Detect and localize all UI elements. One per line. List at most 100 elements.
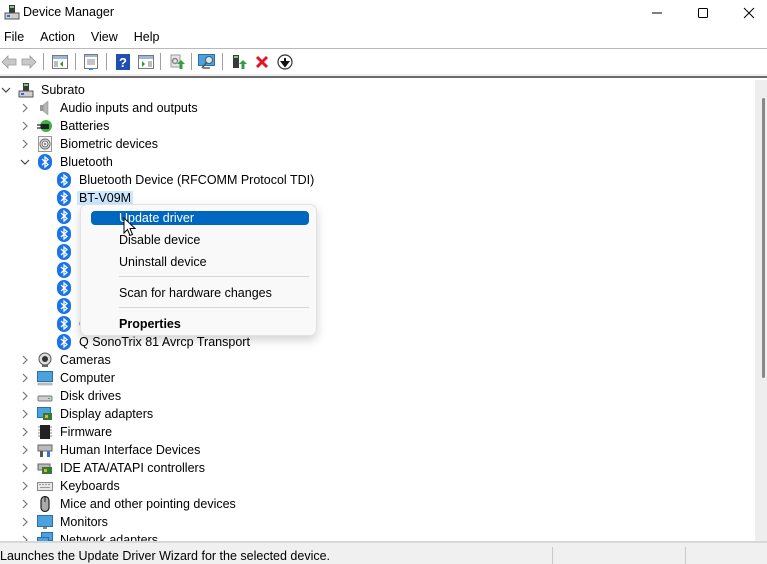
enable-device-button[interactable] xyxy=(230,53,248,71)
tree-category-item[interactable]: Network adapters xyxy=(19,531,160,541)
scan-hardware-button[interactable] xyxy=(198,53,216,71)
tree-category-item[interactable]: Batteries xyxy=(19,117,111,135)
menu-file[interactable]: File xyxy=(0,28,30,48)
mouse-cursor-icon xyxy=(123,217,137,237)
fingerprint-icon xyxy=(37,136,53,152)
tree-category-item[interactable]: Monitors xyxy=(19,513,110,531)
chevron-down-icon[interactable] xyxy=(0,81,12,99)
chevron-right-icon[interactable] xyxy=(19,495,31,513)
tree-item-label: Bluetooth xyxy=(60,155,113,169)
chevron-right-icon[interactable] xyxy=(19,477,31,495)
chevron-right-icon[interactable] xyxy=(19,513,31,531)
context-menu: Update driver Disable device Uninstall d… xyxy=(80,204,317,336)
help-icon: ? xyxy=(116,54,130,70)
tree-category-item[interactable]: Display adapters xyxy=(19,405,155,423)
computer-icon xyxy=(37,370,53,386)
maximize-button[interactable] xyxy=(680,0,726,26)
status-text: Launches the Update Driver Wizard for th… xyxy=(0,549,331,563)
arrow-left-icon xyxy=(1,55,17,69)
tree-item-label: Q SonoTrix 81 Avrcp Transport xyxy=(79,335,250,349)
tree-device-item[interactable]: Bluetooth Device (RFCOMM Protocol TDI) xyxy=(56,171,316,189)
properties-button[interactable] xyxy=(82,53,100,71)
chevron-right-icon[interactable] xyxy=(19,531,31,541)
toolbar-bottom-border xyxy=(0,74,767,78)
context-menu-uninstall-device[interactable]: Uninstall device xyxy=(91,255,309,269)
battery-icon xyxy=(37,118,53,134)
toolbar: ? xyxy=(0,49,767,74)
menu-item-label: Properties xyxy=(119,317,181,331)
tree-category-item[interactable]: IDE ATA/ATAPI controllers xyxy=(19,459,207,477)
tree-item-label: Keyboards xyxy=(60,479,120,493)
show-hide-console-tree-button[interactable] xyxy=(51,53,69,71)
close-icon xyxy=(743,7,755,19)
menu-help[interactable]: Help xyxy=(130,28,166,48)
tree-category-item[interactable]: Firmware xyxy=(19,423,114,441)
back-button[interactable] xyxy=(0,53,18,71)
context-menu-scan-hardware[interactable]: Scan for hardware changes xyxy=(91,286,309,300)
title-bar: Device Manager xyxy=(0,0,767,26)
chevron-right-icon[interactable] xyxy=(19,405,31,423)
menu-separator xyxy=(119,307,309,308)
tree-category-item[interactable]: Biometric devices xyxy=(19,135,160,153)
toolbar-separator xyxy=(106,53,107,70)
bluetooth-icon xyxy=(56,334,72,350)
menu-action[interactable]: Action xyxy=(36,28,81,48)
close-button[interactable] xyxy=(726,0,767,26)
show-hide-action-pane-button[interactable] xyxy=(137,53,155,71)
tree-item-label: Firmware xyxy=(60,425,113,439)
tree-category-item[interactable]: Disk drives xyxy=(19,387,123,405)
arrow-right-icon xyxy=(21,55,37,69)
chevron-down-icon[interactable] xyxy=(19,153,31,171)
minimize-icon xyxy=(652,12,662,14)
help-button[interactable]: ? xyxy=(114,53,132,71)
speaker-icon xyxy=(37,100,53,116)
ide-icon xyxy=(37,460,53,476)
chevron-right-icon[interactable] xyxy=(19,441,31,459)
chevron-right-icon[interactable] xyxy=(19,135,31,153)
keyboard-icon xyxy=(37,478,53,494)
bluetooth-icon xyxy=(37,154,53,170)
bluetooth-icon xyxy=(56,280,72,296)
menu-view[interactable]: View xyxy=(87,28,124,48)
computer-icon xyxy=(18,82,34,98)
tree-category-item[interactable]: Human Interface Devices xyxy=(19,441,202,459)
chevron-right-icon[interactable] xyxy=(19,99,31,117)
chevron-right-icon[interactable] xyxy=(19,423,31,441)
toolbar-separator xyxy=(75,53,76,70)
tree-root[interactable]: Subrato xyxy=(0,81,87,99)
uninstall-device-button[interactable] xyxy=(253,53,271,71)
tree-item-label: Biometric devices xyxy=(60,137,158,151)
chevron-right-icon[interactable] xyxy=(19,351,31,369)
forward-button[interactable] xyxy=(20,53,38,71)
tree-item-label: Human Interface Devices xyxy=(60,443,201,457)
scrollbar-thumb[interactable] xyxy=(762,98,765,378)
disable-device-button[interactable] xyxy=(276,53,294,71)
down-arrow-circle-icon xyxy=(277,54,293,70)
chevron-right-icon[interactable] xyxy=(19,387,31,405)
properties-sheet-icon xyxy=(84,54,98,70)
scan-monitor-icon xyxy=(198,54,215,69)
tree-item-label: IDE ATA/ATAPI controllers xyxy=(60,461,205,475)
hid-icon xyxy=(37,442,53,458)
toolbar-separator xyxy=(222,53,223,70)
tree-category-item[interactable]: Cameras xyxy=(19,351,113,369)
chevron-right-icon[interactable] xyxy=(19,117,31,135)
bluetooth-icon xyxy=(56,298,72,314)
context-menu-properties[interactable]: Properties xyxy=(91,317,309,331)
minimize-button[interactable] xyxy=(634,0,680,26)
status-separator xyxy=(552,547,553,564)
tree-category-item[interactable]: Audio inputs and outputs xyxy=(19,99,200,117)
tree-category-item[interactable]: Mice and other pointing devices xyxy=(19,495,238,513)
tree-category-item[interactable]: Bluetooth xyxy=(19,153,115,171)
tree-category-item[interactable]: Computer xyxy=(19,369,117,387)
display-adapter-icon xyxy=(37,406,53,422)
network-icon xyxy=(37,532,53,541)
chevron-right-icon[interactable] xyxy=(19,369,31,387)
vertical-scrollbar[interactable] xyxy=(755,80,767,541)
tree-category-item[interactable]: Keyboards xyxy=(19,477,122,495)
bluetooth-icon xyxy=(56,316,72,332)
status-bar: Launches the Update Driver Wizard for th… xyxy=(0,543,767,564)
toolbar-separator xyxy=(191,53,192,70)
chevron-right-icon[interactable] xyxy=(19,459,31,477)
update-driver-button[interactable] xyxy=(168,53,186,71)
